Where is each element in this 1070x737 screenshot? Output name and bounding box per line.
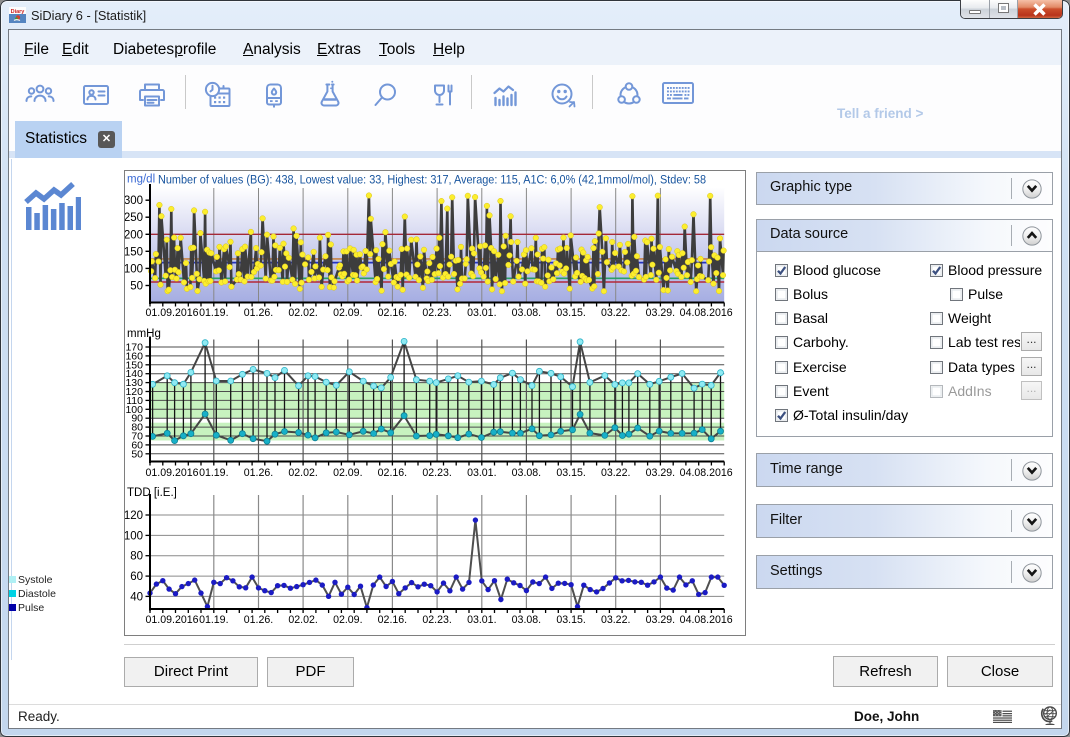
svg-text:03.08.: 03.08. xyxy=(512,614,541,626)
svg-text:02.16.: 02.16. xyxy=(378,467,407,479)
svg-text:02.23.: 02.23. xyxy=(422,307,451,319)
svg-text:03.08.: 03.08. xyxy=(512,307,541,319)
svg-text:120: 120 xyxy=(124,510,143,522)
svg-text:40: 40 xyxy=(130,591,143,603)
svg-text:04.08.2016: 04.08.2016 xyxy=(680,467,733,479)
svg-text:03.29.: 03.29. xyxy=(646,614,675,626)
svg-text:02.09.: 02.09. xyxy=(333,307,362,319)
svg-text:02.16.: 02.16. xyxy=(378,307,407,319)
svg-text:100: 100 xyxy=(124,263,143,275)
svg-text:04.08.2016: 04.08.2016 xyxy=(680,307,733,319)
svg-text:03.01.: 03.01. xyxy=(467,467,496,479)
svg-text:250: 250 xyxy=(124,212,143,224)
svg-text:100: 100 xyxy=(124,530,143,542)
svg-text:TDD [i.E.]: TDD [i.E.] xyxy=(127,487,177,499)
svg-text:03.15.: 03.15. xyxy=(556,467,585,479)
svg-text:300: 300 xyxy=(124,195,143,207)
svg-text:01.09.2016: 01.09.2016 xyxy=(145,307,198,319)
svg-text:03.29.: 03.29. xyxy=(646,467,675,479)
svg-text:01.09.2016: 01.09.2016 xyxy=(145,614,198,626)
svg-text:03.29.: 03.29. xyxy=(646,307,675,319)
svg-text:02.09.: 02.09. xyxy=(333,614,362,626)
svg-text:150: 150 xyxy=(124,246,143,258)
svg-text:03.22.: 03.22. xyxy=(601,467,630,479)
svg-text:02.23.: 02.23. xyxy=(422,467,451,479)
svg-text:200: 200 xyxy=(124,229,143,241)
svg-text:03.15.: 03.15. xyxy=(556,614,585,626)
svg-text:01.26.: 01.26. xyxy=(244,467,273,479)
svg-text:mmHg: mmHg xyxy=(127,328,161,340)
svg-text:80: 80 xyxy=(130,551,143,563)
svg-text:03.01.: 03.01. xyxy=(467,307,496,319)
svg-text:03.08.: 03.08. xyxy=(512,467,541,479)
svg-text:02.16.: 02.16. xyxy=(378,614,407,626)
svg-text:01.26.: 01.26. xyxy=(244,614,273,626)
svg-text:50: 50 xyxy=(130,281,143,293)
svg-text:01.19.: 01.19. xyxy=(199,614,228,626)
svg-text:60: 60 xyxy=(130,571,143,583)
svg-text:02.02.: 02.02. xyxy=(288,614,317,626)
svg-text:02.02.: 02.02. xyxy=(288,307,317,319)
svg-text:mg/dl: mg/dl xyxy=(127,174,155,186)
svg-text:02.23.: 02.23. xyxy=(422,614,451,626)
svg-text:03.22.: 03.22. xyxy=(601,614,630,626)
svg-text:02.02.: 02.02. xyxy=(288,467,317,479)
svg-text:03.22.: 03.22. xyxy=(601,307,630,319)
svg-text:01.26.: 01.26. xyxy=(244,307,273,319)
svg-text:01.09.2016: 01.09.2016 xyxy=(145,467,198,479)
svg-text:02.09.: 02.09. xyxy=(333,467,362,479)
svg-text:170: 170 xyxy=(125,342,143,354)
svg-text:01.19.: 01.19. xyxy=(199,467,228,479)
svg-text:Number of values (BG): 438, Lo: Number of values (BG): 438, Lowest value… xyxy=(158,173,706,187)
svg-text:04.08.2016: 04.08.2016 xyxy=(680,614,733,626)
svg-text:03.01.: 03.01. xyxy=(467,614,496,626)
svg-text:03.15.: 03.15. xyxy=(556,307,585,319)
svg-text:01.19.: 01.19. xyxy=(199,307,228,319)
